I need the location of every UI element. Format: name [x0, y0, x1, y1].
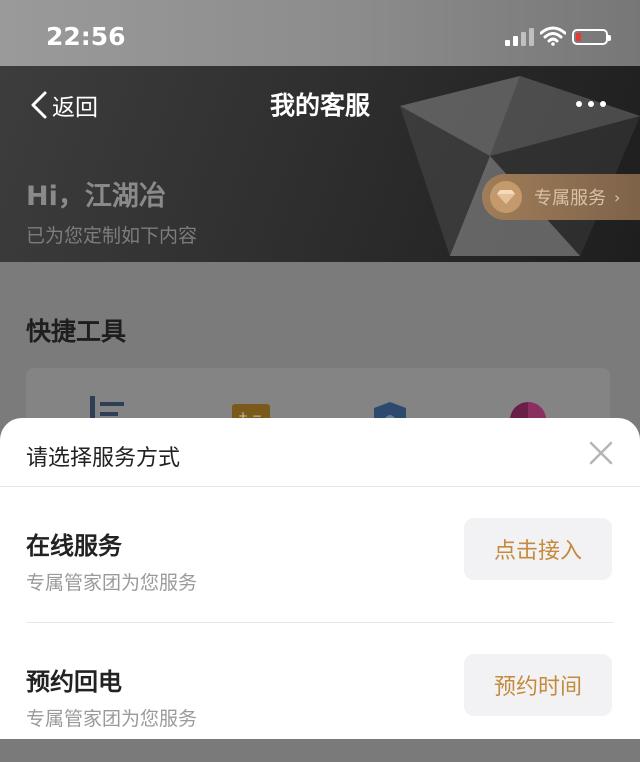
exclusive-service-button[interactable]: 专属服务 ›: [482, 174, 640, 220]
sheet-header: 请选择服务方式: [0, 418, 640, 487]
option-title: 预约回电: [26, 668, 122, 696]
service-method-sheet: 请选择服务方式 在线服务 专属管家团为您服务 点击接入 预约回电 专属管家团为您…: [0, 418, 640, 739]
close-icon[interactable]: [586, 438, 616, 468]
greeting-text: Hi，江湖冶: [26, 181, 166, 212]
callback-option: 预约回电 专属管家团为您服务 预约时间: [26, 654, 614, 762]
status-time: 22:56: [46, 22, 126, 51]
profile-header: 返回 我的客服 Hi，江湖冶 已为您定制如下内容 专属服务 ›: [0, 66, 640, 262]
status-bar: 22:56: [0, 0, 640, 66]
schedule-time-button[interactable]: 预约时间: [464, 654, 612, 716]
exclusive-service-label: 专属服务: [534, 188, 606, 209]
more-icon[interactable]: [574, 94, 608, 114]
connect-now-button[interactable]: 点击接入: [464, 518, 612, 580]
section-title: 快捷工具: [26, 317, 127, 346]
greeting-subtitle: 已为您定制如下内容: [26, 225, 198, 247]
wifi-icon: [540, 26, 566, 46]
divider: [26, 622, 614, 623]
chevron-right-icon: ›: [614, 187, 621, 207]
sheet-title: 请选择服务方式: [26, 446, 181, 471]
battery-icon: [572, 29, 611, 45]
gem-icon: [490, 181, 522, 213]
cellular-signal-icon: [505, 28, 535, 46]
online-service-option: 在线服务 专属管家团为您服务 点击接入: [26, 518, 614, 626]
option-description: 专属管家团为您服务: [26, 708, 198, 730]
page-title: 我的客服: [269, 91, 370, 120]
option-title: 在线服务: [26, 532, 122, 560]
option-description: 专属管家团为您服务: [26, 572, 198, 594]
